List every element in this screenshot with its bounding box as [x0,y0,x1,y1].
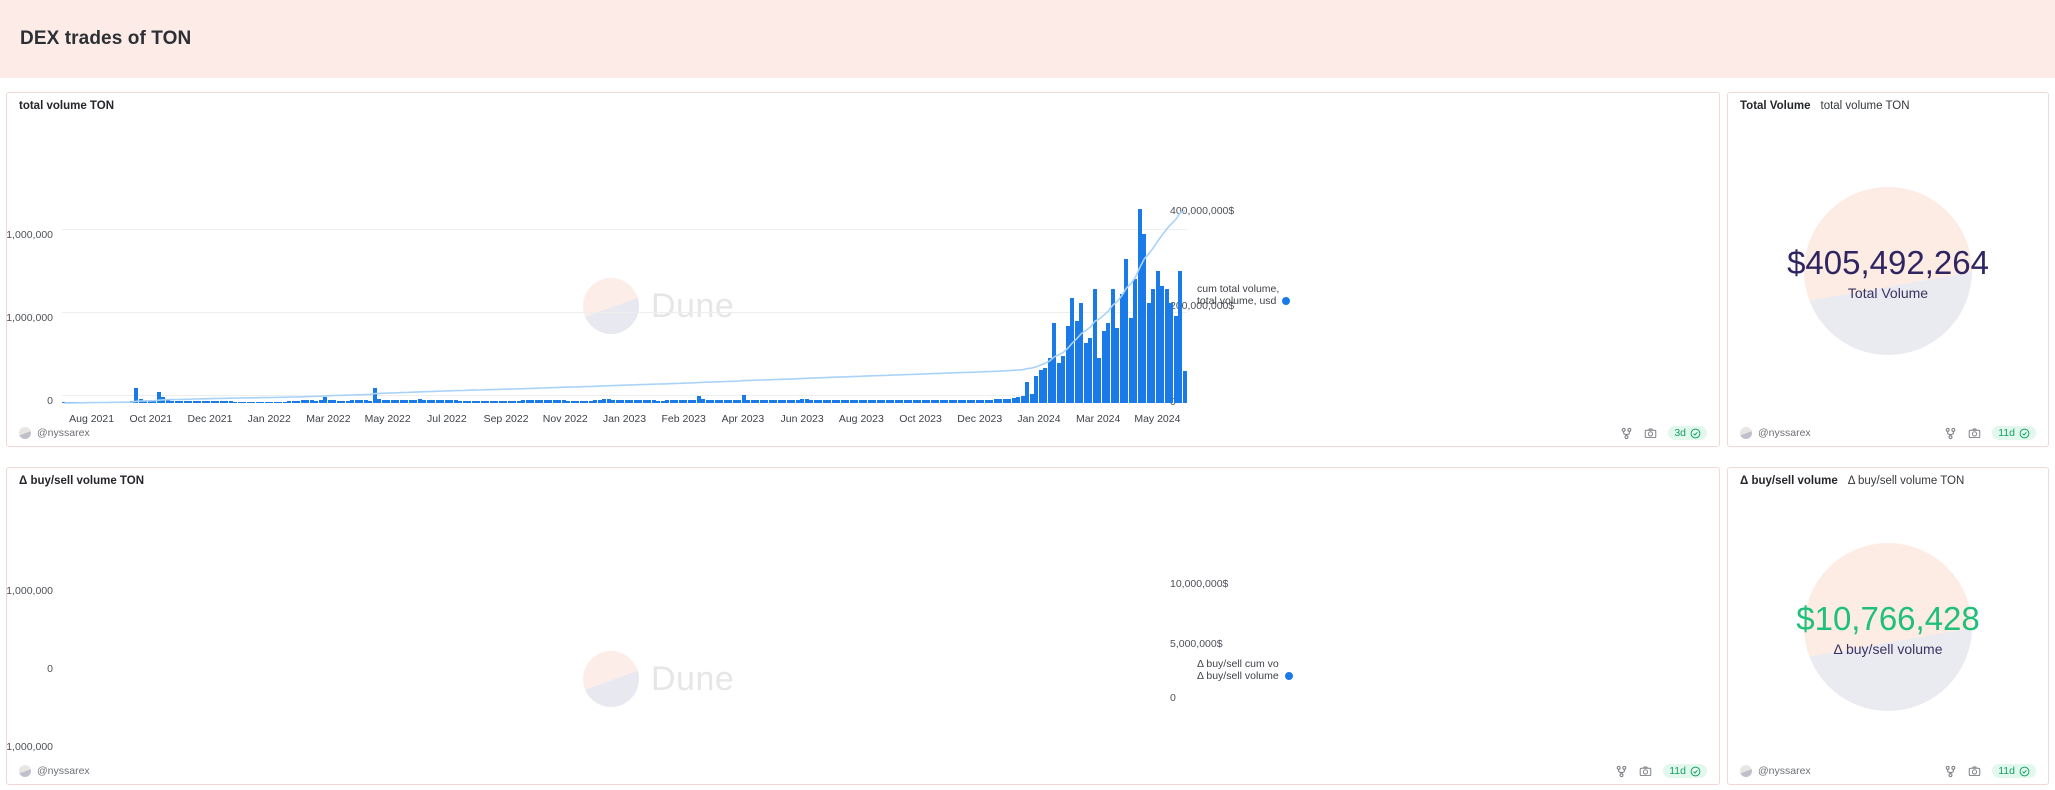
camera-icon[interactable] [1644,427,1657,440]
panel-total-volume-chart: total volume TON 1,000,000 1,000,000 0 4… [6,92,1720,447]
delta-counter-value: $10,766,428 [1728,601,2048,637]
legend-swatch-placeholder-icon [1285,660,1293,668]
total-counter-body: $405,492,264 Total Volume [1728,123,2048,418]
check-circle-icon [2019,428,2030,439]
total-counter-label: Total Volume [1728,285,2048,301]
volume-y-left-tick-2: 1,000,000 [1,312,53,324]
legend-swatch-placeholder-icon [1285,285,1293,293]
delta-counter-text: $10,766,428 Δ buy/sell volume [1728,601,2048,657]
volume-chart-header: total volume TON [7,93,1719,119]
check-circle-icon [1690,428,1701,439]
delta-chart-tools: 11d [1615,764,1707,778]
dune-logo-icon [583,651,639,707]
delta-y-right-tick-1: 10,000,000$ [1170,578,1228,590]
delta-y-left-tick-3: 1,000,000 [1,741,53,753]
volume-chart-author[interactable]: @nyssarex [19,427,90,439]
delta-chart-freshness-badge[interactable]: 11d [1663,764,1707,778]
legend-label-delta-cum: Δ buy/sell cum vo [1197,658,1279,670]
legend-swatch-icon [1285,672,1293,680]
dune-watermark-text: Dune [651,660,734,699]
total-counter-author[interactable]: @nyssarex [1740,427,1811,439]
fork-icon[interactable] [1615,765,1628,778]
delta-chart-header: Δ buy/sell volume TON [7,468,1719,494]
delta-y-left-tick-2: 0 [1,663,53,675]
avatar-icon [19,765,31,777]
delta-counter-title: Δ buy/sell volume [1740,475,1838,487]
freshness-label: 11d [1998,765,2015,777]
volume-chart-title: total volume TON [19,100,114,112]
volume-plot-area [62,205,1187,403]
total-counter-title: Total Volume [1740,100,1811,112]
total-counter-tools: 11d [1944,426,2036,440]
delta-counter-header: Δ buy/sell volume Δ buy/sell volume TON [1728,468,2048,494]
legend-label-cum-total-volume: cum total volume, [1197,283,1279,295]
volume-chart-tools: 3d [1620,426,1707,440]
freshness-label: 3d [1674,427,1686,439]
delta-chart-footer: @nyssarex 11d [7,762,1719,780]
delta-counter-footer: @nyssarex 11d [1728,762,2048,780]
dashboard-title: DEX trades of TON [20,28,191,50]
legend-label-total-volume: total volume, usd [1197,295,1276,307]
delta-counter-body: $10,766,428 Δ buy/sell volume [1728,498,2048,756]
volume-cumulative-line [62,205,1187,403]
dashboard-header: DEX trades of TON [0,0,2055,78]
legend-item-cum-total-volume[interactable]: cum total volume, [1197,283,1293,295]
legend-item-delta-cum[interactable]: Δ buy/sell cum vo [1197,658,1293,670]
delta-counter-label: Δ buy/sell volume [1728,641,2048,657]
freshness-label: 11d [1998,427,2015,439]
author-handle: @nyssarex [37,765,90,777]
fork-icon[interactable] [1944,765,1957,778]
legend-label-delta-volume: Δ buy/sell volume [1197,670,1279,682]
volume-chart-footer: @nyssarex 3d [7,424,1719,442]
delta-chart-legend[interactable]: Δ buy/sell cum vo Δ buy/sell volume [1197,658,1293,682]
total-counter-value: $405,492,264 [1728,245,2048,281]
delta-counter-tools: 11d [1944,764,2036,778]
legend-item-delta-volume[interactable]: Δ buy/sell volume [1197,670,1293,682]
volume-y-left-tick-1: 1,000,000 [1,229,53,241]
delta-counter-subtitle: Δ buy/sell volume TON [1848,475,1965,487]
panel-total-volume-counter: Total Volume total volume TON $405,492,2… [1727,92,2049,447]
dune-watermark: Dune [583,651,734,707]
dashboard-page: DEX trades of TON total volume TON 1,000… [0,0,2055,790]
panel-buy-sell-delta-counter: Δ buy/sell volume Δ buy/sell volume TON … [1727,467,2049,785]
panel-buy-sell-delta-chart: Δ buy/sell volume TON 1,000,000 0 1,000,… [6,467,1720,785]
check-circle-icon [1690,766,1701,777]
author-handle: @nyssarex [1758,427,1811,439]
fork-icon[interactable] [1620,427,1633,440]
author-handle: @nyssarex [1758,765,1811,777]
camera-icon[interactable] [1639,765,1652,778]
camera-icon[interactable] [1968,765,1981,778]
freshness-label: 11d [1669,765,1686,777]
legend-swatch-icon [1282,297,1290,305]
camera-icon[interactable] [1968,427,1981,440]
cumulative-line-path [64,211,1185,403]
avatar-icon [19,427,31,439]
fork-icon[interactable] [1944,427,1957,440]
delta-chart-author[interactable]: @nyssarex [19,765,90,777]
check-circle-icon [2019,766,2030,777]
delta-y-left-tick-1: 1,000,000 [1,585,53,597]
legend-item-total-volume[interactable]: total volume, usd [1197,295,1293,307]
volume-y-left-tick-3: 0 [1,395,53,407]
volume-chart-freshness-badge[interactable]: 3d [1668,426,1707,440]
avatar-icon [1740,765,1752,777]
total-counter-footer: @nyssarex 11d [1728,424,2048,442]
total-counter-freshness-badge[interactable]: 11d [1992,426,2036,440]
delta-counter-freshness-badge[interactable]: 11d [1992,764,2036,778]
volume-chart-legend[interactable]: cum total volume, total volume, usd [1197,283,1293,307]
delta-y-right-tick-3: 0 [1170,692,1176,704]
total-counter-text: $405,492,264 Total Volume [1728,245,2048,301]
total-counter-header: Total Volume total volume TON [1728,93,2048,119]
avatar-icon [1740,427,1752,439]
total-counter-subtitle: total volume TON [1821,100,1910,112]
delta-y-right-tick-2: 5,000,000$ [1170,638,1223,650]
author-handle: @nyssarex [37,427,90,439]
delta-counter-author[interactable]: @nyssarex [1740,765,1811,777]
delta-chart-title: Δ buy/sell volume TON [19,475,144,487]
